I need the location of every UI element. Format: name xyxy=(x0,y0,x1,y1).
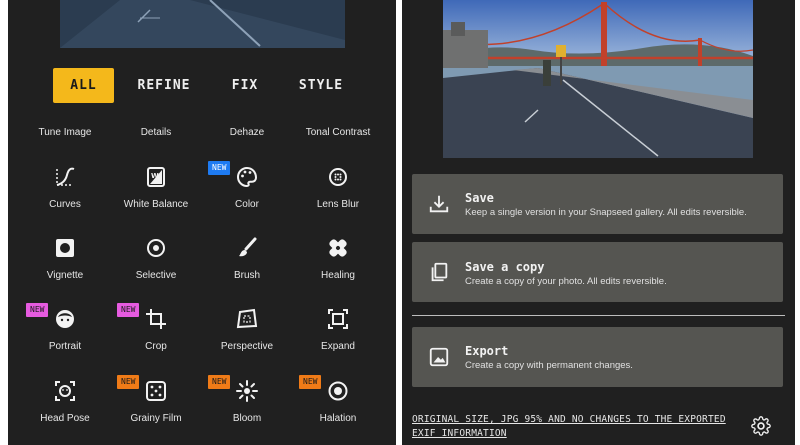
tool-expand[interactable]: Expand xyxy=(292,305,384,375)
export-button[interactable]: Export Create a copy with permanent chan… xyxy=(412,327,783,387)
vignette-icon xyxy=(53,236,77,260)
tab-fix[interactable]: FIX xyxy=(221,68,269,103)
crop-icon xyxy=(144,307,168,331)
tool-color[interactable]: NEW Color xyxy=(201,161,293,233)
tool-label: Head Pose xyxy=(40,413,90,424)
tools-panel: ALL REFINE FIX STYLE Tune Image Details … xyxy=(8,0,396,445)
tool-label: Bloom xyxy=(232,413,262,424)
tool-brush[interactable]: Brush xyxy=(201,234,293,304)
portrait-icon xyxy=(53,307,77,331)
tool-label: Details xyxy=(140,127,172,138)
tool-bloom[interactable]: NEW Bloom xyxy=(201,375,293,445)
tool-lens-blur[interactable]: Lens Blur xyxy=(292,163,384,233)
tool-label: Crop xyxy=(145,341,167,352)
tool-grainy-film[interactable]: NEW Grainy Film xyxy=(110,375,202,445)
curves-icon xyxy=(53,165,77,189)
action-title: Save a copy xyxy=(465,260,545,274)
download-icon xyxy=(428,193,450,215)
svg-text:W: W xyxy=(151,172,159,180)
image-icon xyxy=(428,346,450,368)
tool-label: Healing xyxy=(321,270,355,281)
tool-perspective[interactable]: Perspective xyxy=(201,305,293,375)
gear-icon[interactable] xyxy=(751,416,771,436)
tool-label: Brush xyxy=(233,270,261,281)
tool-label: Tune Image xyxy=(38,127,92,138)
tool-label: Selective xyxy=(135,270,177,281)
tool-portrait[interactable]: NEW Portrait xyxy=(19,303,111,375)
white-balance-icon: W xyxy=(144,165,168,189)
new-badge: NEW xyxy=(299,375,322,389)
tool-white-balance[interactable]: W White Balance xyxy=(110,163,202,233)
tool-label: Lens Blur xyxy=(316,199,360,210)
new-badge: NEW xyxy=(117,375,140,389)
selective-icon xyxy=(144,236,168,260)
tool-vignette[interactable]: Vignette xyxy=(19,234,111,304)
tool-label: White Balance xyxy=(123,199,189,210)
export-panel: Save Keep a single version in your Snaps… xyxy=(402,0,795,445)
action-description: Keep a single version in your Snapseed g… xyxy=(465,207,747,218)
tool-label: Curves xyxy=(49,199,81,210)
new-badge: NEW xyxy=(208,375,231,389)
lens-blur-icon xyxy=(326,165,350,189)
bloom-icon xyxy=(235,379,259,403)
action-title: Export xyxy=(465,344,509,358)
tool-label: Halation xyxy=(319,413,357,424)
tool-label: Vignette xyxy=(46,270,84,281)
tool-curves[interactable]: Curves xyxy=(19,163,111,233)
healing-icon xyxy=(326,236,350,260)
tool-selective[interactable]: Selective xyxy=(110,234,202,304)
save-button[interactable]: Save Keep a single version in your Snaps… xyxy=(412,174,783,234)
brush-icon xyxy=(235,236,259,260)
palette-icon xyxy=(235,165,259,189)
tool-label: Expand xyxy=(321,341,355,352)
tool-head-pose[interactable]: Head Pose xyxy=(19,377,111,445)
tool-label: Color xyxy=(235,199,259,210)
export-settings-link[interactable]: ORIGINAL SIZE, JPG 95% AND NO CHANGES TO… xyxy=(412,413,742,441)
save-copy-button[interactable]: Save a copy Create a copy of your photo.… xyxy=(412,242,783,302)
expand-icon xyxy=(326,307,350,331)
tab-all[interactable]: ALL xyxy=(53,68,114,103)
action-title: Save xyxy=(465,191,494,205)
photo-preview xyxy=(443,0,753,158)
copy-icon xyxy=(428,261,450,283)
tool-crop[interactable]: NEW Crop xyxy=(110,303,202,375)
tool-label: Perspective xyxy=(220,341,274,352)
divider xyxy=(412,315,785,316)
tool-label: Grainy Film xyxy=(130,413,182,424)
tool-label: Tonal Contrast xyxy=(305,127,371,138)
tab-refine[interactable]: REFINE xyxy=(132,68,196,103)
halation-icon xyxy=(326,379,350,403)
new-badge: NEW xyxy=(26,303,49,317)
action-description: Create a copy with permanent changes. xyxy=(465,360,633,371)
tab-style[interactable]: STYLE xyxy=(292,68,350,103)
grainy-film-icon xyxy=(144,379,168,403)
tool-label: Portrait xyxy=(48,341,82,352)
action-description: Create a copy of your photo. All edits r… xyxy=(465,276,667,287)
tool-label: Dehaze xyxy=(229,127,265,138)
tool-healing[interactable]: Healing xyxy=(292,234,384,304)
head-pose-icon xyxy=(53,379,77,403)
new-badge: NEW xyxy=(208,161,231,175)
tool-halation[interactable]: NEW Halation xyxy=(292,375,384,445)
new-badge: NEW xyxy=(117,303,140,317)
perspective-icon xyxy=(235,307,259,331)
photo-preview xyxy=(60,0,345,48)
